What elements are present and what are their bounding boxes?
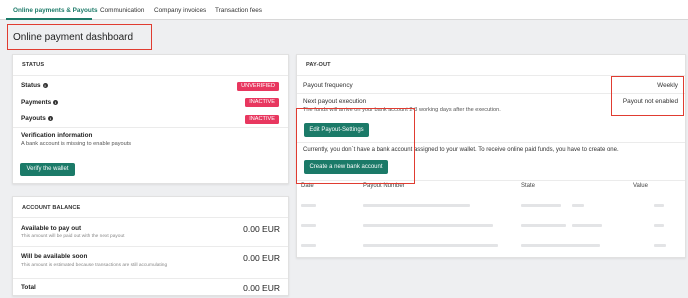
status-card: STATUS Status i UNVERIFIED Payments i INAC… bbox=[12, 54, 289, 184]
tab-company-invoices[interactable]: Company invoices bbox=[154, 7, 206, 14]
payouts-badge: INACTIVE bbox=[245, 115, 279, 124]
divider bbox=[13, 217, 288, 218]
status-label: Status i bbox=[21, 82, 48, 89]
total-label: Total bbox=[21, 284, 36, 291]
highlight-box-payout-buttons bbox=[296, 108, 415, 184]
verify-wallet-button[interactable]: Verify the wallet bbox=[20, 163, 75, 176]
tab-bar: Online payments & Payouts Communication … bbox=[0, 0, 688, 20]
payments-badge: INACTIVE bbox=[245, 98, 279, 107]
account-balance-title: ACCOUNT BALANCE bbox=[22, 205, 81, 211]
divider bbox=[13, 75, 288, 76]
info-icon[interactable]: i bbox=[47, 116, 53, 121]
soon-amount: 0.00 EUR bbox=[243, 253, 280, 263]
payouts-label: Payouts i bbox=[21, 115, 53, 122]
verification-title: Verification information bbox=[21, 132, 93, 139]
status-card-title: STATUS bbox=[22, 62, 45, 68]
available-label: Available to pay out bbox=[21, 225, 82, 232]
table-header-state[interactable]: State bbox=[521, 183, 535, 189]
available-note: This amount will be paid out with the ne… bbox=[21, 234, 125, 239]
next-payout-label: Next payout execution bbox=[303, 98, 367, 105]
tab-online-payments-payouts[interactable]: Online payments & Payouts bbox=[13, 7, 98, 14]
table-header-value[interactable]: Value bbox=[633, 183, 648, 189]
payout-frequency-label: Payout frequency bbox=[303, 82, 353, 89]
account-balance-card: ACCOUNT BALANCE Available to pay out Thi… bbox=[12, 196, 289, 296]
payout-card-title: PAY-OUT bbox=[306, 62, 331, 68]
divider bbox=[13, 246, 288, 247]
highlight-box-title bbox=[7, 24, 152, 50]
payments-label: Payments i bbox=[21, 99, 59, 106]
status-badge: UNVERIFIED bbox=[237, 82, 279, 91]
info-icon[interactable]: i bbox=[53, 100, 59, 105]
available-amount: 0.00 EUR bbox=[243, 224, 280, 234]
active-tab-indicator bbox=[6, 18, 92, 20]
highlight-box-payout-values bbox=[611, 76, 684, 116]
info-icon[interactable]: i bbox=[42, 83, 48, 88]
soon-label: Will be available soon bbox=[21, 253, 88, 260]
tab-communication[interactable]: Communication bbox=[100, 7, 144, 14]
verification-text: A bank account is missing to enable payo… bbox=[21, 141, 132, 147]
tab-transaction-fees[interactable]: Transaction fees bbox=[215, 7, 262, 14]
divider bbox=[13, 278, 288, 279]
total-amount: 0.00 EUR bbox=[243, 283, 280, 293]
soon-note: This amount is estimated because transac… bbox=[21, 263, 168, 268]
divider bbox=[13, 127, 288, 128]
